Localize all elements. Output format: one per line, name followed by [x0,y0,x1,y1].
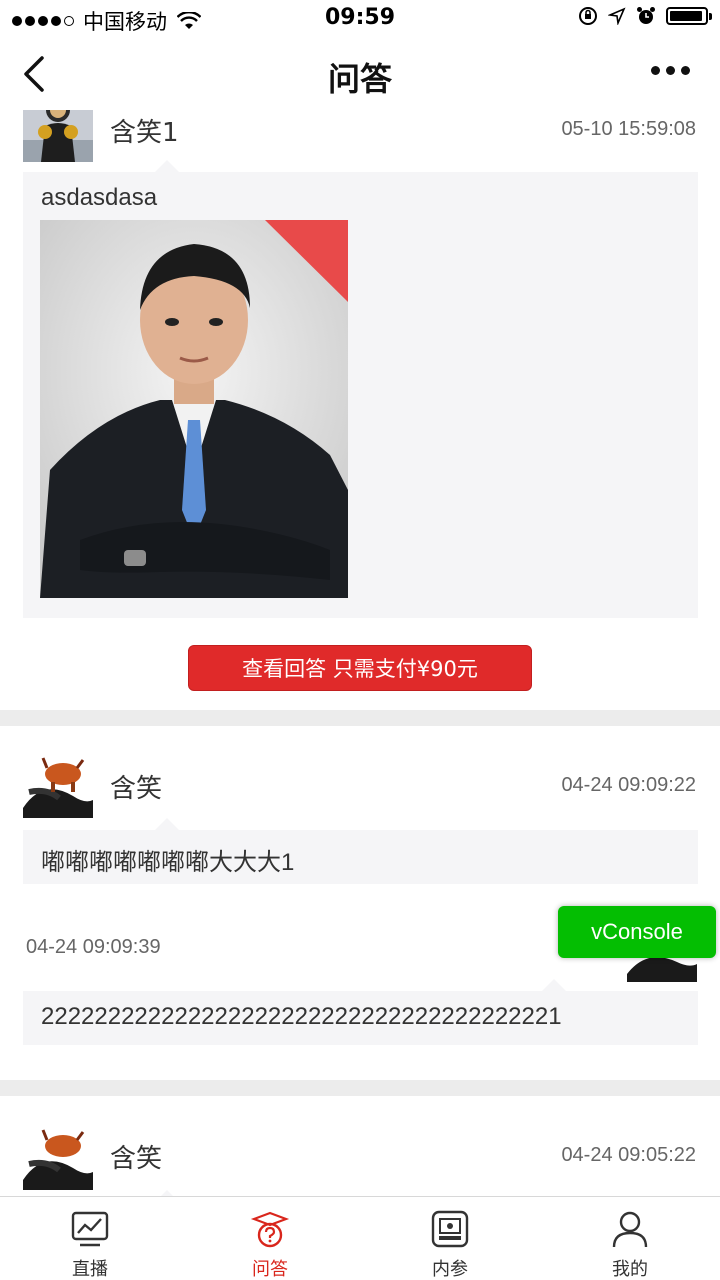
location-icon [608,7,626,25]
question-bubble: 嘟嘟嘟嘟嘟嘟嘟大大大1 [23,818,698,884]
question-time: 04-24 09:05:22 [561,1144,696,1166]
tab-mine[interactable]: 我的 [540,1197,720,1280]
tab-bar: 直播 问答 内参 我的 [0,1196,720,1280]
vconsole-button[interactable]: vConsole [558,906,716,958]
user-name: 含笑 [110,1144,163,1174]
question-bubble: asdasdasa [23,160,698,618]
nav-bar: 问答 [0,36,720,110]
more-dot [651,66,660,75]
avatar[interactable] [23,110,93,162]
page-title: 问答 [327,60,392,98]
chart-board-icon [71,1211,109,1247]
more-dots-icon[interactable] [651,66,690,75]
status-bar: 中国移动 09:59 [0,0,720,36]
question-text: 嘟嘟嘟嘟嘟嘟嘟大大大1 [41,849,295,876]
tab-label: 问答 [252,1259,288,1280]
tab-label: 直播 [72,1259,108,1280]
user-name: 含笑 [110,774,163,804]
question-time: 04-24 09:09:22 [561,774,696,796]
divider [0,1080,720,1096]
tab-insider[interactable]: 内参 [360,1197,540,1280]
presentation-icon [431,1210,469,1248]
divider [0,710,720,726]
more-dot [666,66,675,75]
answer-bubble: 222222222222222222222222222222222222221 [23,979,698,1045]
user-name: 含笑1 [110,118,179,148]
tab-label: 我的 [612,1259,648,1280]
question-card: 含笑1 05-10 15:59:08 asdasdasa 查看回答 只需支付¥9… [0,110,720,710]
avatar[interactable] [23,748,93,818]
status-icons [578,6,712,26]
avatar[interactable] [23,1120,93,1190]
question-cap-icon [250,1211,290,1248]
question-image[interactable] [40,220,348,598]
question-card: 含笑 04-24 09:05:22 [0,1096,720,1196]
more-dot [681,66,690,75]
tab-label: 内参 [432,1259,468,1280]
tab-qa[interactable]: 问答 [180,1197,360,1280]
answer-text: 222222222222222222222222222222222222221 [41,1003,562,1030]
tab-live[interactable]: 直播 [0,1197,180,1280]
qa-list[interactable]: 含笑1 05-10 15:59:08 asdasdasa 查看回答 只需支付¥9… [0,110,720,1196]
user-icon [612,1211,648,1248]
screen: 中国移动 09:59 问答 含笑1 05-10 15:59:08 asdasda… [0,0,720,1280]
question-card: 含笑 04-24 09:09:22 嘟嘟嘟嘟嘟嘟嘟大大大1 04-24 09:0… [0,726,720,1080]
battery-icon [666,7,712,25]
rotation-lock-icon [579,7,597,25]
alarm-icon [637,7,655,24]
battery-level [670,11,703,21]
answer-time: 04-24 09:09:39 [26,936,161,958]
question-time: 05-10 15:59:08 [561,118,696,140]
pay-view-answer-button[interactable]: 查看回答 只需支付¥90元 [188,645,532,691]
question-text: asdasdasa [41,184,158,211]
